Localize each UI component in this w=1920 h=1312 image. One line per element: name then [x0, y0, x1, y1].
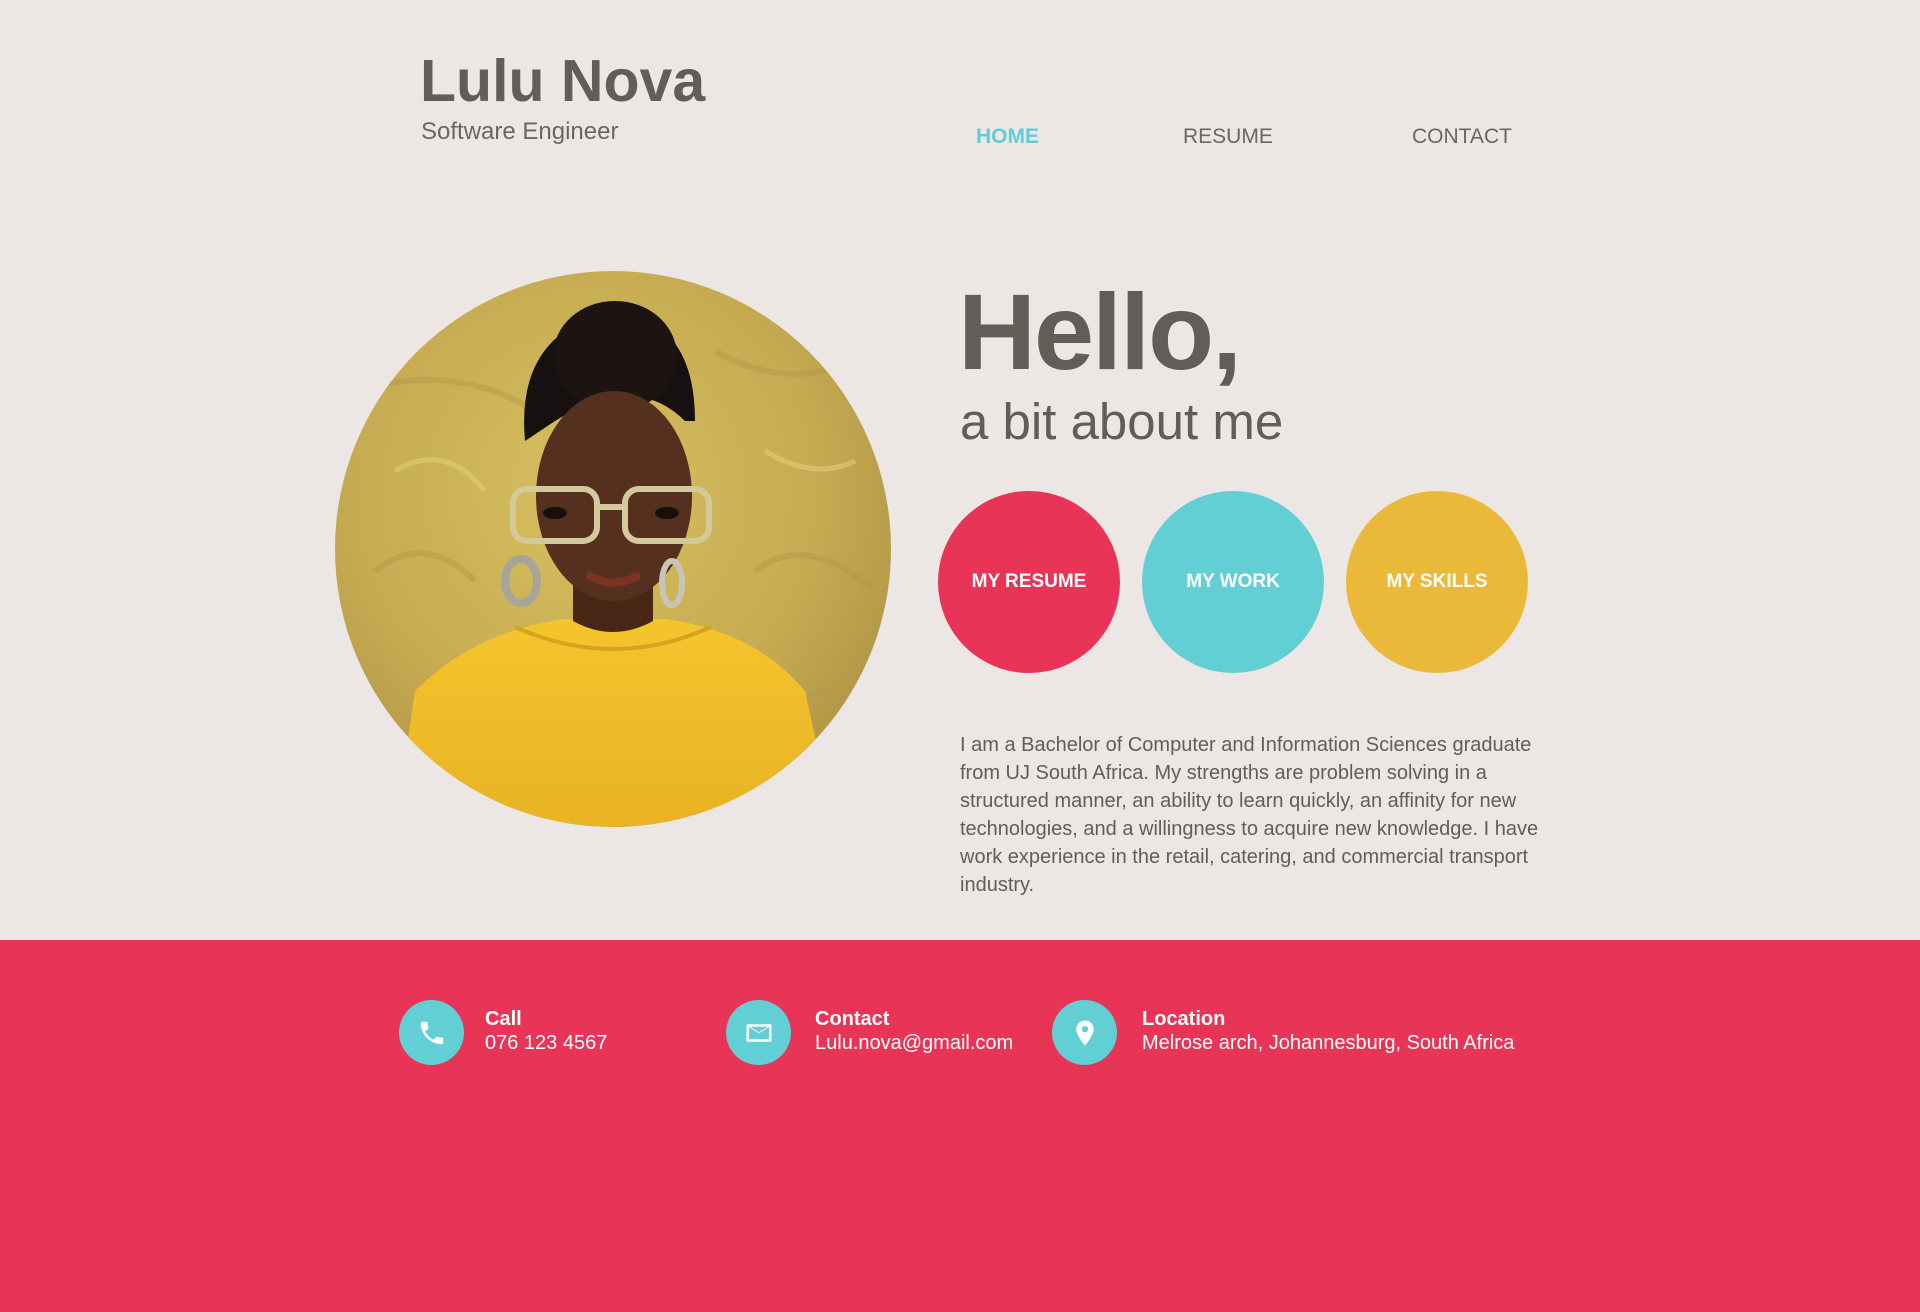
phone-icon — [399, 1000, 464, 1065]
brand-title: Software Engineer — [421, 118, 619, 145]
my-resume-button[interactable]: MY RESUME — [938, 491, 1120, 673]
call-heading: Call — [485, 1008, 522, 1030]
hero-heading: Hello, — [958, 271, 1242, 392]
contact-heading: Contact — [815, 1008, 890, 1030]
hero-subheading: a bit about me — [960, 393, 1284, 450]
profile-photo — [335, 271, 891, 827]
phone-number: 076 123 4567 — [485, 1032, 608, 1054]
bio-paragraph: I am a Bachelor of Computer and Informat… — [960, 734, 1539, 896]
my-work-button[interactable]: MY WORK — [1142, 491, 1324, 673]
contact-footer — [0, 940, 1920, 1312]
location-address: Melrose arch, Johannesburg, South Africa — [1142, 1032, 1515, 1054]
brand-name: Lulu Nova — [420, 48, 706, 114]
nav-contact-link[interactable]: CONTACT — [1412, 125, 1512, 149]
location-pin-icon — [1052, 1000, 1117, 1065]
nav-home-link[interactable]: HOME — [976, 125, 1039, 149]
my-skills-button[interactable]: MY SKILLS — [1346, 491, 1528, 673]
nav-resume-link[interactable]: RESUME — [1183, 125, 1273, 149]
email-address[interactable]: Lulu.nova@gmail.com — [815, 1032, 1013, 1055]
location-heading: Location — [1142, 1008, 1226, 1030]
mail-icon — [726, 1000, 791, 1065]
